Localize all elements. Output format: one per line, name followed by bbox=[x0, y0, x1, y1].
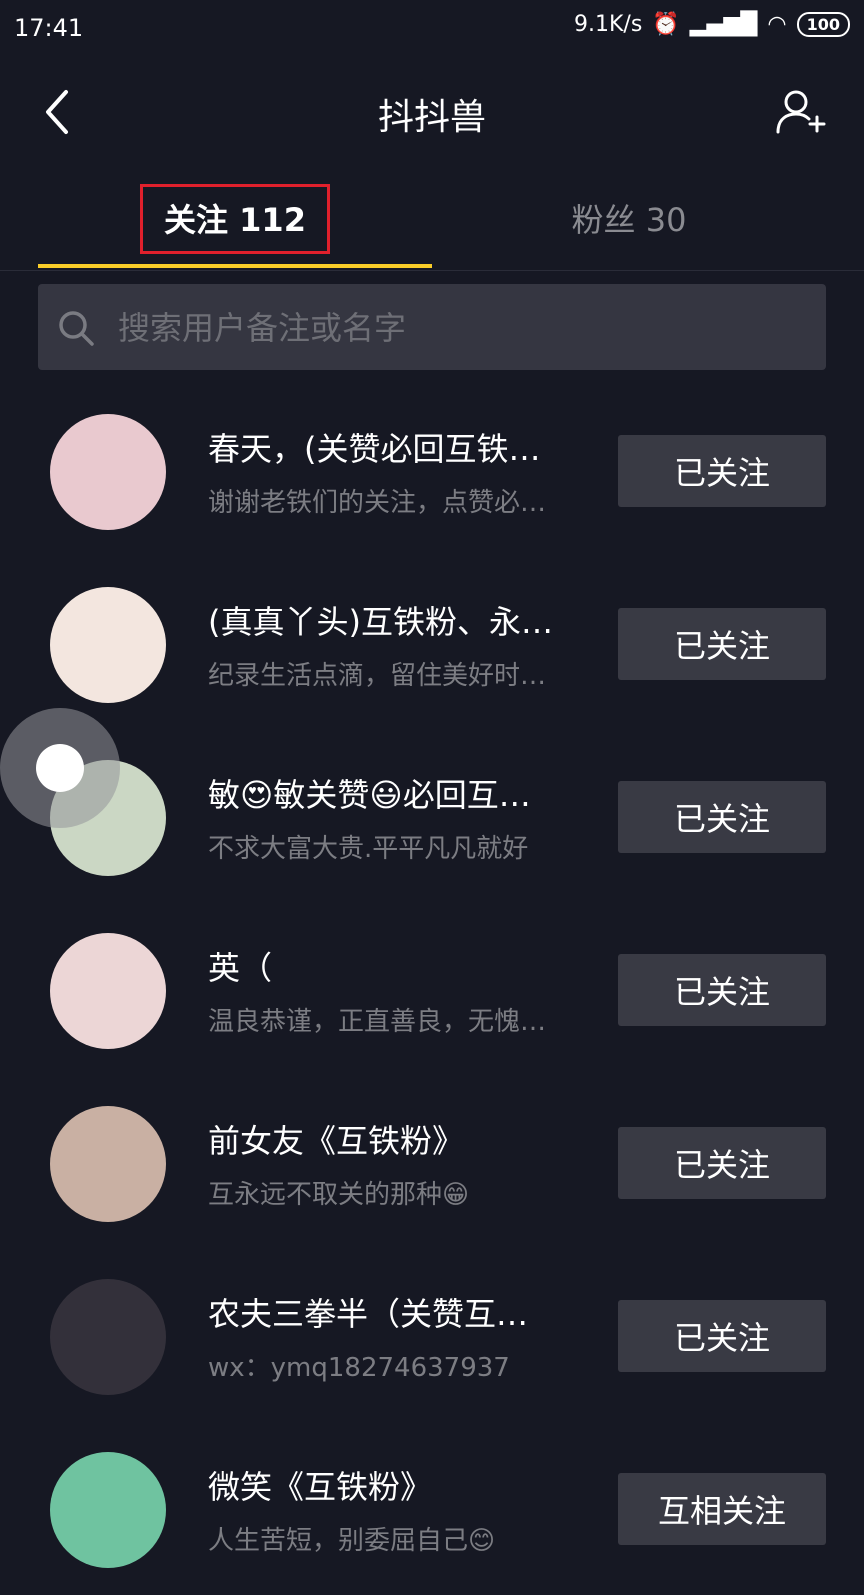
list-item[interactable]: (真真丫头)互铁粉、永… 纪录生活点滴，留住美好时… 已关注 bbox=[0, 557, 864, 730]
follow-button[interactable]: 已关注 bbox=[618, 608, 826, 680]
navigation-bar: 抖抖兽 bbox=[0, 62, 864, 162]
follow-button[interactable]: 已关注 bbox=[618, 1300, 826, 1372]
user-name: (真真丫头)互铁粉、永… bbox=[208, 603, 553, 641]
list-item[interactable]: 春天，(关赞必回互铁… 谢谢老铁们的关注，点赞必… 已关注 bbox=[0, 384, 864, 557]
tab-bar: 关注 112 粉丝 30 bbox=[0, 170, 864, 271]
user-bio: wx：ymq18274637937 bbox=[208, 1353, 510, 1383]
floating-ball-dot bbox=[36, 744, 84, 792]
search-bar[interactable] bbox=[38, 284, 826, 372]
list-item[interactable]: 微笑《互铁粉》 人生苦短，别委屈自己😊 互相关注 bbox=[0, 1422, 864, 1595]
follow-button[interactable]: 已关注 bbox=[618, 781, 826, 853]
avatar[interactable] bbox=[50, 414, 166, 530]
user-name: 微笑《互铁粉》 bbox=[208, 1468, 433, 1506]
user-name: 前女友《互铁粉》 bbox=[208, 1122, 465, 1160]
list-item[interactable]: 英（ 温良恭谨，正直善良，无愧… 已关注 bbox=[0, 903, 864, 1076]
user-bio: 人生苦短，别委屈自己😊 bbox=[208, 1526, 496, 1556]
follow-button[interactable]: 已关注 bbox=[618, 1127, 826, 1199]
status-bar: 17:41 9.1K/s ⏰ ▂▄▆█ ◠ 100 bbox=[0, 0, 864, 58]
user-name: 春天，(关赞必回互铁… bbox=[208, 430, 541, 468]
signal-icon: ▂▄▆█ bbox=[689, 12, 758, 37]
avatar[interactable] bbox=[50, 1279, 166, 1395]
alarm-icon: ⏰ bbox=[652, 12, 680, 37]
page-title: 抖抖兽 bbox=[377, 97, 486, 138]
avatar[interactable] bbox=[50, 933, 166, 1049]
user-bio: 互永远不取关的那种😁 bbox=[208, 1180, 470, 1210]
mutual-follow-button[interactable]: 互相关注 bbox=[618, 1473, 826, 1545]
user-bio: 谢谢老铁们的关注，点赞必… bbox=[208, 488, 547, 518]
avatar[interactable] bbox=[50, 587, 166, 703]
avatar[interactable] bbox=[50, 1452, 166, 1568]
tab-fans[interactable]: 粉丝 30 bbox=[432, 170, 826, 266]
highlight-box bbox=[140, 184, 330, 254]
list-item[interactable]: 敏😍敏关赞😃必回互… 不求大富大贵.平平凡凡就好 已关注 bbox=[0, 730, 864, 903]
search-input[interactable] bbox=[116, 284, 810, 372]
user-bio: 纪录生活点滴，留住美好时… bbox=[208, 661, 547, 691]
network-speed: 9.1K/s bbox=[574, 12, 643, 37]
battery-icon: 100 bbox=[796, 12, 850, 37]
user-bio: 不求大富大贵.平平凡凡就好 bbox=[208, 834, 529, 864]
search-icon bbox=[59, 311, 94, 346]
status-icons: 9.1K/s ⏰ ▂▄▆█ ◠ 100 bbox=[574, 12, 850, 37]
avatar[interactable] bbox=[50, 1106, 166, 1222]
list-item[interactable]: 农夫三拳半（关赞互… wx：ymq18274637937 已关注 bbox=[0, 1249, 864, 1422]
follow-button[interactable]: 已关注 bbox=[618, 435, 826, 507]
following-list: 春天，(关赞必回互铁… 谢谢老铁们的关注，点赞必… 已关注 (真真丫头)互铁粉、… bbox=[0, 384, 864, 1595]
floating-assistive-ball[interactable] bbox=[0, 708, 120, 828]
follow-button[interactable]: 已关注 bbox=[618, 954, 826, 1026]
user-name: 敏😍敏关赞😃必回互… bbox=[208, 776, 531, 814]
status-time: 17:41 bbox=[14, 14, 84, 42]
user-bio: 温良恭谨，正直善良，无愧… bbox=[208, 1007, 547, 1037]
wifi-icon: ◠ bbox=[767, 12, 787, 37]
user-name: 英（ bbox=[208, 949, 273, 987]
add-user-icon[interactable] bbox=[774, 86, 826, 138]
user-name: 农夫三拳半（关赞互… bbox=[208, 1295, 529, 1333]
active-tab-indicator bbox=[38, 264, 432, 268]
list-item[interactable]: 前女友《互铁粉》 互永远不取关的那种😁 已关注 bbox=[0, 1076, 864, 1249]
